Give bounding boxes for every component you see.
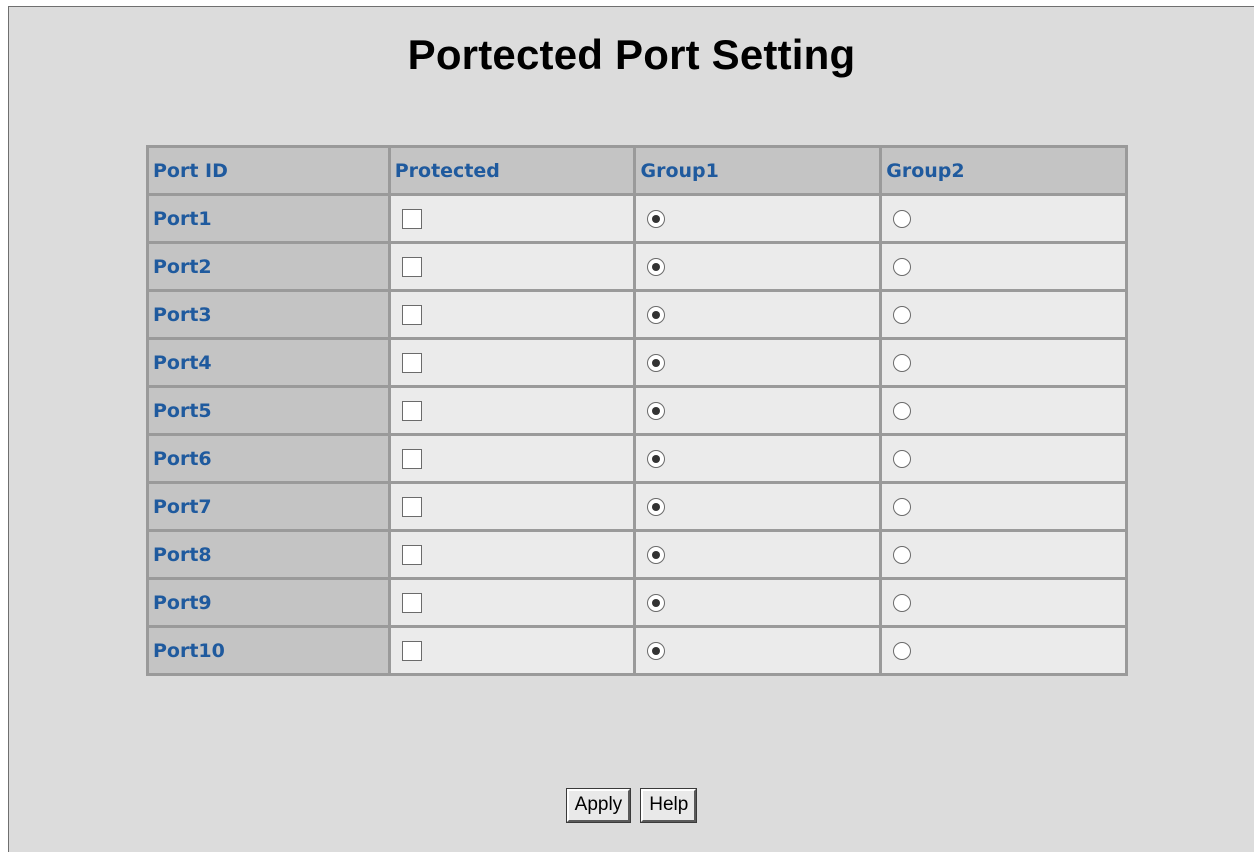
group1-cell: [633, 193, 883, 244]
group1-cell: [633, 433, 883, 484]
group1-radio[interactable]: [647, 210, 666, 229]
protected-cell: [387, 289, 637, 340]
group2-radio[interactable]: [893, 210, 912, 229]
group2-cell: [879, 385, 1128, 436]
table-header-row: Port ID Protected Group1 Group2: [146, 145, 1128, 196]
group1-cell: [633, 625, 883, 676]
group2-radio[interactable]: [893, 306, 912, 325]
group2-cell: [879, 481, 1128, 532]
group2-radio[interactable]: [893, 546, 912, 565]
column-header-group2: Group2: [879, 145, 1128, 196]
port-id-cell: Port1: [146, 193, 391, 244]
group1-cell: [633, 337, 883, 388]
group1-radio[interactable]: [647, 402, 666, 421]
group1-cell: [633, 289, 883, 340]
column-header-port-id: Port ID: [146, 145, 391, 196]
protected-cell: [387, 529, 637, 580]
group1-radio[interactable]: [647, 546, 666, 565]
port-id-cell: Port7: [146, 481, 391, 532]
table-row: Port3: [146, 289, 1128, 340]
table-row: Port1: [146, 193, 1128, 244]
port-id-cell: Port9: [146, 577, 391, 628]
port-id-cell: Port5: [146, 385, 391, 436]
group2-cell: [879, 577, 1128, 628]
apply-button[interactable]: Apply: [565, 788, 632, 823]
group1-radio[interactable]: [647, 498, 666, 517]
table-row: Port5: [146, 385, 1128, 436]
protected-checkbox[interactable]: [401, 256, 422, 277]
protected-port-table: Port ID Protected Group1 Group2 Port1 Por…: [146, 145, 1128, 676]
protected-cell: [387, 337, 637, 388]
group1-radio[interactable]: [647, 306, 666, 325]
group1-cell: [633, 577, 883, 628]
group1-cell: [633, 481, 883, 532]
group1-radio[interactable]: [647, 354, 666, 373]
port-id-cell: Port3: [146, 289, 391, 340]
group2-cell: [879, 241, 1128, 292]
group2-cell: [879, 433, 1128, 484]
port-id-cell: Port6: [146, 433, 391, 484]
protected-checkbox[interactable]: [401, 640, 422, 661]
group1-cell: [633, 529, 883, 580]
help-button[interactable]: Help: [640, 788, 698, 823]
group2-radio[interactable]: [893, 498, 912, 517]
protected-checkbox[interactable]: [401, 208, 422, 229]
column-header-protected: Protected: [387, 145, 637, 196]
group2-cell: [879, 625, 1128, 676]
protected-checkbox[interactable]: [401, 592, 422, 613]
group2-radio[interactable]: [893, 258, 912, 277]
protected-cell: [387, 241, 637, 292]
content-frame: Portected Port Setting Port ID Protected…: [8, 6, 1254, 852]
table-body: Port1 Port2 Port3 Port4 Port5 Port6 Port7 Port8…: [146, 193, 1128, 676]
port-id-cell: Port4: [146, 337, 391, 388]
protected-cell: [387, 577, 637, 628]
protected-checkbox[interactable]: [401, 496, 422, 517]
group2-radio[interactable]: [893, 402, 912, 421]
group2-radio[interactable]: [893, 642, 912, 661]
button-bar: Apply Help: [9, 788, 1254, 823]
protected-checkbox[interactable]: [401, 352, 422, 373]
group2-cell: [879, 337, 1128, 388]
table-row: Port6: [146, 433, 1128, 484]
group1-radio[interactable]: [647, 450, 666, 469]
protected-checkbox[interactable]: [401, 304, 422, 325]
group1-radio[interactable]: [647, 258, 666, 277]
protected-checkbox[interactable]: [401, 448, 422, 469]
table-row: Port4: [146, 337, 1128, 388]
page-title: Portected Port Setting: [407, 31, 856, 78]
group2-cell: [879, 289, 1128, 340]
group2-radio[interactable]: [893, 594, 912, 613]
protected-cell: [387, 481, 637, 532]
group1-radio[interactable]: [647, 594, 666, 613]
group1-cell: [633, 241, 883, 292]
port-id-cell: Port10: [146, 625, 391, 676]
protected-checkbox[interactable]: [401, 544, 422, 565]
table-row: Port7: [146, 481, 1128, 532]
port-id-cell: Port2: [146, 241, 391, 292]
column-header-group1: Group1: [633, 145, 883, 196]
table-row: Port10: [146, 625, 1128, 676]
group1-cell: [633, 385, 883, 436]
protected-checkbox[interactable]: [401, 400, 422, 421]
table-row: Port8: [146, 529, 1128, 580]
group1-radio[interactable]: [647, 642, 666, 661]
table-row: Port2: [146, 241, 1128, 292]
group2-radio[interactable]: [893, 354, 912, 373]
protected-cell: [387, 625, 637, 676]
protected-cell: [387, 433, 637, 484]
group2-cell: [879, 529, 1128, 580]
port-id-cell: Port8: [146, 529, 391, 580]
table-row: Port9: [146, 577, 1128, 628]
protected-cell: [387, 193, 637, 244]
group2-radio[interactable]: [893, 450, 912, 469]
protected-cell: [387, 385, 637, 436]
group2-cell: [879, 193, 1128, 244]
